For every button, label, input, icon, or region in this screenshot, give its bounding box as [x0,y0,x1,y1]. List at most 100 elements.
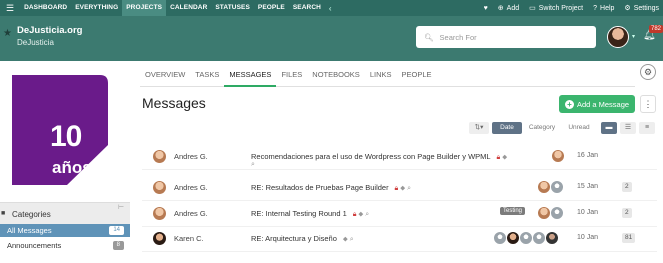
sort-direction-toggle[interactable]: ⇅▾ [469,122,489,134]
settings-label: Settings [633,4,659,12]
search-icon[interactable]: ⌕ [407,185,411,192]
tag-icon[interactable]: ⬥ [358,211,363,218]
subject-text[interactable]: RE: Arquitectura y Diseño [251,234,337,243]
category-label: Announcements [7,241,62,250]
lock-icon: 🔒︎ [394,185,399,192]
star-icon[interactable]: ★ [3,28,12,39]
subject-text[interactable]: RE: Resultados de Pruebas Page Builder [251,183,389,192]
search-icon[interactable]: ⌕ [350,236,354,243]
tab-people[interactable]: PEOPLE [397,63,437,87]
participant-avatar [551,207,563,219]
sort-unread-button[interactable]: Unread [564,122,594,134]
tab-tasks[interactable]: TASKS [190,63,224,87]
help-action[interactable]: ? Help [593,5,614,12]
settings-action[interactable]: ⚙ Settings [624,4,659,13]
collapse-icon[interactable]: ⊢ [118,203,124,211]
author-name[interactable]: Andres G. [174,209,208,218]
subject-text[interactable]: Recomendaciones para el uso de Wordpress… [251,152,491,161]
message-row[interactable]: Andres G. RE: Internal Testing Round 1 🔒… [142,203,657,227]
chevron-left-icon[interactable]: ‹ [325,4,336,13]
sort-date-button[interactable]: Date [492,122,522,134]
category-all-messages[interactable]: All Messages 14 [0,224,130,237]
participants [538,207,563,219]
nav-dashboard[interactable]: DASHBOARD [20,0,71,16]
switch-project-action[interactable]: ▭ Switch Project [529,4,583,13]
nav-statuses[interactable]: STATUSES [211,0,254,16]
view-list-icon[interactable]: ☰ [620,122,636,134]
plus-circle-icon: ⊕ [497,5,504,12]
participant-avatar [494,232,506,244]
tab-links[interactable]: LINKS [365,63,397,87]
more-options-button[interactable]: ⋮ [640,95,656,113]
nav-projects[interactable]: PROJECTS [122,0,167,16]
menu-icon[interactable]: ☰ [0,0,20,16]
reply-count: 81 [622,233,636,243]
nav-everything[interactable]: EVERYTHING [71,0,122,16]
sort-category-button[interactable]: Category [525,122,559,134]
tag-icon[interactable]: ⬥ [502,154,507,161]
user-avatar[interactable] [607,26,629,48]
project-header: ★ DeJusticia.org DeJusticia 🔍︎ Search Fo… [0,16,663,61]
help-icon: ? [593,4,598,12]
search-icon[interactable]: ⌕ [251,161,255,169]
page-title: Messages [142,95,206,111]
participant-avatar [546,232,558,244]
tab-messages[interactable]: MESSAGES [224,63,277,87]
nav-search[interactable]: SEARCH [289,0,325,16]
nav-people[interactable]: PEOPLE [254,0,289,16]
add-action[interactable]: ⊕ Add [497,4,520,13]
author-avatar [153,150,166,163]
author-name[interactable]: Andres G. [174,183,208,192]
message-icons: 🔒︎ ⬥ [495,154,508,161]
nav-calendar[interactable]: CALENDAR [166,0,211,16]
participant-avatar [507,232,519,244]
add-message-label: Add a Message [576,99,630,109]
author-name[interactable]: Karen C. [174,234,204,243]
message-subject[interactable]: RE: Arquitectura y Diseño ⬥ ⌕ [251,234,354,244]
message-date: 16 Jan [577,152,599,159]
search-icon[interactable]: ⌕ [365,211,369,218]
message-date: 15 Jan [577,183,599,190]
message-subject[interactable]: Recomendaciones para el uso de Wordpress… [251,152,507,162]
author-name[interactable]: Andres G. [174,152,208,161]
category-count: 8 [112,241,124,250]
message-subject[interactable]: RE: Internal Testing Round 1 🔒︎ ⬥ ⌕ [251,209,369,219]
project-settings-icon[interactable]: ⚙ [640,64,656,80]
add-label: Add [506,4,520,12]
tab-overview[interactable]: OVERVIEW [140,63,190,87]
participant-avatar [551,181,563,193]
view-compact-icon[interactable]: ▬ [601,122,617,134]
message-row[interactable]: Andres G. Recomendaciones para el uso de… [142,146,657,170]
logo-number: 10 [50,120,82,153]
tab-notebooks[interactable]: NOTEBOOKS [307,63,365,87]
message-icons: ⬥ ⌕ [341,236,354,243]
message-subject[interactable]: RE: Resultados de Pruebas Page Builder 🔒… [251,183,411,193]
chevron-down-icon[interactable]: ▾ [632,33,635,40]
category-announcements[interactable]: Announcements 8 [0,239,130,252]
tab-files[interactable]: FILES [276,63,307,87]
category-tag[interactable]: Testing [500,207,526,215]
plus-icon: + [564,99,574,109]
message-row[interactable]: Karen C. RE: Arquitectura y Diseño ⬥ ⌕ 1… [142,228,657,252]
subject-text[interactable]: RE: Internal Testing Round 1 [251,209,347,218]
categories-title: Categories [12,210,51,219]
tag-icon[interactable]: ⬥ [400,185,405,192]
add-message-button[interactable]: + Add a Message [559,95,635,113]
view-expanded-icon[interactable]: ≡ [639,122,655,134]
heart-icon[interactable]: ♥ [484,5,488,12]
category-label: All Messages [7,226,52,235]
company-name[interactable]: DeJusticia [17,38,54,47]
project-name[interactable]: DeJusticia.org [17,25,82,36]
help-label: Help [600,4,615,12]
message-icons: 🔒︎ ⬥ ⌕ [351,211,369,218]
tag-icon[interactable]: ⬥ [343,236,348,243]
category-count: 14 [109,226,124,235]
message-row[interactable]: Andres G. RE: Resultados de Pruebas Page… [142,177,657,201]
lock-icon: 🔒︎ [496,154,501,161]
search-input[interactable]: 🔍︎ Search For [416,26,596,48]
search-icon: 🔍︎ [424,32,434,42]
message-icons: 🔒︎ ⬥ ⌕ [393,185,411,192]
author-avatar [153,232,166,245]
participant-avatar [538,207,550,219]
participant-avatar [538,181,550,193]
